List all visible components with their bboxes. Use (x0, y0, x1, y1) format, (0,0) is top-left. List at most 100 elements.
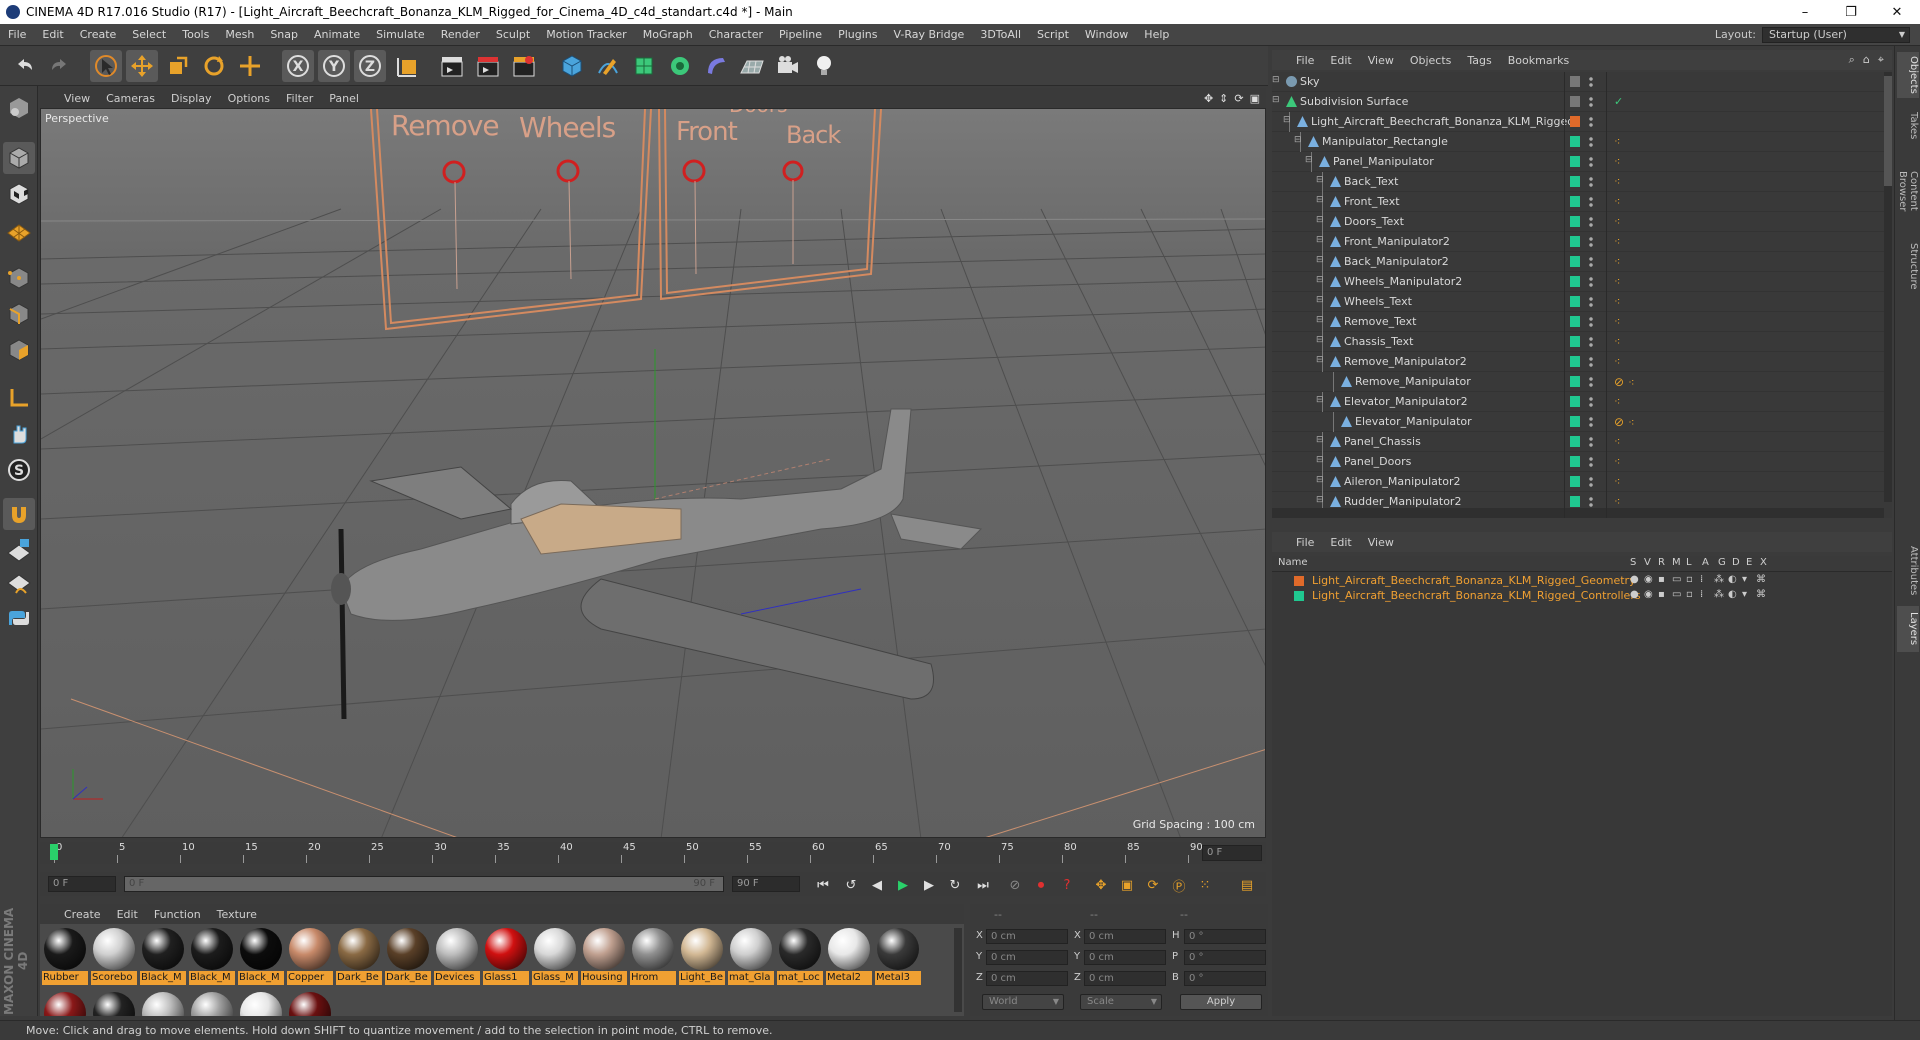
layer-header-a[interactable]: A (1702, 557, 1709, 568)
menu-edit[interactable]: Edit (34, 28, 71, 41)
eye-icon[interactable]: ◉ (1644, 574, 1653, 585)
object-scrollbar-thumb[interactable] (1884, 76, 1892, 186)
layer-color-swatch[interactable] (1570, 456, 1580, 467)
menu-v-ray-bridge[interactable]: V-Ray Bridge (885, 28, 972, 41)
layer-menu-view[interactable]: View (1360, 536, 1402, 549)
layer-header-d[interactable]: D (1732, 557, 1740, 568)
layer-header-l[interactable]: L (1686, 557, 1692, 568)
rig-tag-icon[interactable]: ⁖ (1628, 376, 1634, 389)
rig-tag-icon[interactable]: ⁖ (1614, 175, 1620, 188)
rig-tag-icon[interactable]: ⁖ (1614, 395, 1620, 408)
expand-icon[interactable]: ⊟ (1316, 495, 1324, 505)
menu-file[interactable]: File (0, 28, 34, 41)
material-swatch[interactable] (140, 990, 186, 1016)
material-menu-edit[interactable]: Edit (109, 908, 146, 921)
snap-toggle-button[interactable]: S (3, 454, 35, 486)
points-mode-button[interactable] (3, 262, 35, 294)
viewport-menu-panel[interactable]: Panel (321, 92, 367, 105)
rotation-field[interactable]: 0 ° (1184, 950, 1266, 965)
rig-tag-icon[interactable]: ⁖ (1614, 495, 1620, 508)
x-axis-lock-button[interactable]: X (282, 50, 314, 82)
dock-tab-takes[interactable]: Takes (1897, 106, 1919, 146)
material-swatch[interactable] (238, 990, 284, 1016)
material-swatch[interactable]: Metal3 (875, 926, 921, 985)
expand-icon[interactable]: ⊟ (1316, 395, 1324, 405)
material-swatch[interactable]: Copper (287, 926, 333, 985)
rig-tag-icon[interactable]: ⁖ (1628, 416, 1634, 429)
layer-header-e[interactable]: E (1746, 557, 1752, 568)
layer-color-swatch[interactable] (1570, 356, 1580, 367)
dock-tab-structure[interactable]: Structure (1897, 236, 1919, 296)
menu-select[interactable]: Select (124, 28, 174, 41)
material-swatch[interactable]: mat_Gla (728, 926, 774, 985)
object-menu-objects[interactable]: Objects (1402, 54, 1460, 67)
object-row-remove-manipulator[interactable]: Remove_Manipulator ⊘ ⁖ (1272, 372, 1884, 392)
rig-tag-icon[interactable]: ⁖ (1614, 435, 1620, 448)
layer-color-swatch[interactable] (1570, 436, 1580, 447)
layer-color-swatch[interactable] (1570, 276, 1580, 287)
material-swatch[interactable]: Black_M (140, 926, 186, 985)
expand-icon[interactable]: ⊟ (1316, 315, 1324, 325)
material-swatch[interactable]: Black_M (189, 926, 235, 985)
menu-create[interactable]: Create (72, 28, 125, 41)
expand-icon[interactable]: ⊟ (1272, 95, 1280, 105)
layer-color-swatch[interactable] (1570, 296, 1580, 307)
cloner-button[interactable] (664, 50, 696, 82)
key-scale-button[interactable]: ▣ (1116, 875, 1138, 895)
rig-tag-icon[interactable]: ⁖ (1614, 335, 1620, 348)
floor-button[interactable] (736, 50, 768, 82)
material-swatch[interactable]: Housing (581, 926, 627, 985)
animation-icon[interactable]: ⁞ (1700, 589, 1703, 600)
rotation-field[interactable]: 0 ° (1184, 929, 1266, 944)
expand-icon[interactable]: ⊟ (1305, 155, 1313, 165)
play-button[interactable]: ▶ (892, 875, 914, 895)
solo-icon[interactable]: ● (1630, 589, 1639, 600)
size-field[interactable]: 0 cm (1084, 929, 1166, 944)
layer-color-swatch[interactable] (1570, 396, 1580, 407)
material-swatch[interactable]: Black_M (238, 926, 284, 985)
object-hscrollbar[interactable] (1272, 508, 1884, 518)
visibility-dots-icon[interactable] (1589, 176, 1593, 188)
rotate-tool-button[interactable] (198, 50, 230, 82)
key-rotation-button[interactable]: ⟳ (1142, 875, 1164, 895)
model-mode-button[interactable] (3, 142, 35, 174)
current-frame-field[interactable]: 0 F (1202, 845, 1262, 861)
object-row-doors-text[interactable]: ⊟ Doors_Text ⁖ (1272, 212, 1884, 232)
start-frame-field[interactable]: 0 F (48, 876, 116, 892)
material-swatch[interactable] (42, 990, 88, 1016)
visibility-dots-icon[interactable] (1589, 256, 1593, 268)
key-param-button[interactable]: Ⓟ (1168, 875, 1190, 895)
dock-tab-layers[interactable]: Layers (1897, 606, 1919, 652)
expand-icon[interactable]: ⊟ (1316, 275, 1324, 285)
expand-icon[interactable]: ⊟ (1316, 255, 1324, 265)
object-scrollbar-track[interactable] (1884, 72, 1892, 502)
viewport-menu-options[interactable]: Options (220, 92, 278, 105)
visibility-dots-icon[interactable] (1589, 376, 1593, 388)
timeline-ruler[interactable]: 0 5 10 15 20 25 30 35 40 45 50 55 60 65 70 75 80 85 90 0 F (40, 842, 1266, 864)
layer-color-swatch[interactable] (1570, 156, 1580, 167)
material-swatch[interactable] (189, 990, 235, 1016)
dock-tab-content-browser[interactable]: Content Browser (1897, 146, 1919, 236)
visibility-dots-icon[interactable] (1589, 276, 1593, 288)
material-swatch[interactable]: mat_Loc (777, 926, 823, 985)
recent-tool-button[interactable] (234, 50, 266, 82)
material-swatch[interactable]: Dark_Be (336, 926, 382, 985)
material-swatch[interactable]: Devices (434, 926, 480, 985)
layer-color-swatch[interactable] (1570, 496, 1580, 507)
material-scrollbar[interactable] (954, 928, 962, 1012)
layer-header-name[interactable]: Name (1278, 557, 1308, 568)
lock-icon[interactable]: ▫ (1686, 589, 1693, 600)
axis-mode-button[interactable] (3, 382, 35, 414)
visibility-dots-icon[interactable] (1589, 96, 1593, 108)
visibility-dots-icon[interactable] (1589, 196, 1593, 208)
search-icon[interactable]: ⌕ (1849, 53, 1855, 67)
visibility-dots-icon[interactable] (1589, 296, 1593, 308)
end-frame-field[interactable]: 90 F (732, 876, 800, 892)
previous-key-button[interactable]: ↺ (840, 875, 862, 895)
rig-tag-icon[interactable]: ⁖ (1614, 475, 1620, 488)
layer-color-swatch[interactable] (1570, 176, 1580, 187)
render-picture-viewer-button[interactable] (472, 50, 504, 82)
subdivision-surface-button[interactable] (628, 50, 660, 82)
coordinate-space-dropdown[interactable]: World ▼ (982, 994, 1064, 1010)
menu-3dtoall[interactable]: 3DToAll (972, 28, 1029, 41)
